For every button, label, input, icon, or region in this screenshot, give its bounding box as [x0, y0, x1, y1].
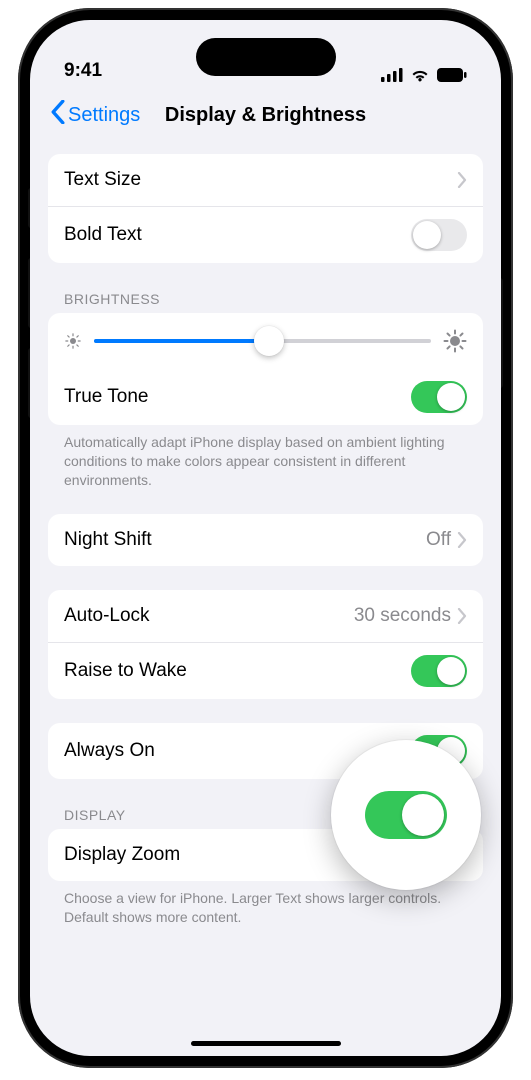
night-shift-value: Off	[426, 529, 451, 551]
text-group: Text Size Bold Text	[48, 154, 483, 263]
back-button[interactable]: Settings	[50, 100, 140, 130]
bold-text-toggle[interactable]	[411, 219, 467, 251]
bold-text-row: Bold Text	[48, 206, 483, 263]
always-on-toggle-zoom[interactable]	[365, 791, 447, 839]
settings-content[interactable]: Text Size Bold Text BRIGHTNESS	[30, 140, 501, 1056]
battery-icon	[437, 68, 467, 82]
bold-text-label: Bold Text	[64, 224, 411, 246]
chevron-right-icon	[457, 608, 467, 624]
screen: 9:41 Settings Display & Brightn	[30, 20, 501, 1056]
dynamic-island	[196, 38, 336, 76]
status-time: 9:41	[64, 60, 102, 82]
night-shift-label: Night Shift	[64, 529, 426, 551]
text-size-row[interactable]: Text Size	[48, 154, 483, 206]
chevron-right-icon	[457, 172, 467, 188]
night-shift-group: Night Shift Off	[48, 514, 483, 566]
always-on-callout	[331, 740, 481, 890]
text-size-label: Text Size	[64, 169, 457, 191]
auto-lock-row[interactable]: Auto-Lock 30 seconds	[48, 590, 483, 642]
lock-group: Auto-Lock 30 seconds Raise to Wake	[48, 590, 483, 699]
wifi-icon	[410, 68, 430, 82]
nav-bar: Settings Display & Brightness	[30, 90, 501, 140]
back-label: Settings	[68, 104, 140, 127]
chevron-right-icon	[457, 532, 467, 548]
raise-to-wake-row: Raise to Wake	[48, 642, 483, 699]
night-shift-row[interactable]: Night Shift Off	[48, 514, 483, 566]
sun-min-icon	[64, 332, 82, 350]
brightness-header: BRIGHTNESS	[48, 263, 483, 313]
phone-frame: 9:41 Settings Display & Brightn	[18, 8, 513, 1068]
cellular-icon	[381, 68, 403, 82]
raise-to-wake-toggle[interactable]	[411, 655, 467, 687]
auto-lock-value: 30 seconds	[354, 605, 451, 627]
true-tone-label: True Tone	[64, 386, 411, 408]
status-icons	[381, 68, 467, 82]
brightness-slider[interactable]	[94, 339, 431, 343]
page-title: Display & Brightness	[165, 104, 366, 127]
chevron-left-icon	[50, 100, 66, 130]
brightness-slider-row	[48, 313, 483, 369]
auto-lock-label: Auto-Lock	[64, 605, 354, 627]
brightness-group: True Tone	[48, 313, 483, 425]
raise-to-wake-label: Raise to Wake	[64, 660, 411, 682]
true-tone-row: True Tone	[48, 369, 483, 425]
sun-max-icon	[443, 329, 467, 353]
home-indicator[interactable]	[191, 1041, 341, 1046]
true-tone-footer: Automatically adapt iPhone display based…	[48, 425, 483, 490]
true-tone-toggle[interactable]	[411, 381, 467, 413]
